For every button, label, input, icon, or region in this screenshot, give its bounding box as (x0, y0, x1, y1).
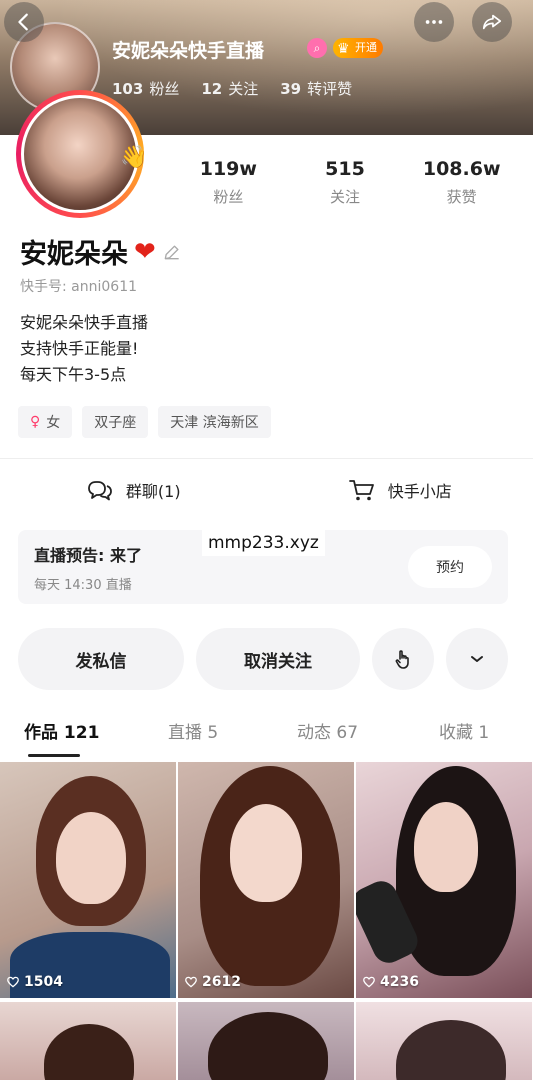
thumbnail-art (56, 812, 126, 904)
tab-moments[interactable]: 动态 67 (297, 718, 358, 743)
gesture-button[interactable] (372, 628, 434, 690)
stat-following-label: 关注 (330, 188, 361, 206)
shop-label: 快手小店 (387, 482, 452, 501)
video-likes: 1504 (6, 974, 63, 990)
stat-likes-label: 获赞 (446, 188, 477, 206)
tab-works[interactable]: 作品 121 (24, 718, 99, 743)
expand-more-button[interactable] (446, 628, 508, 690)
chevron-left-icon (18, 13, 28, 31)
stat-fans-label: 粉丝 (213, 188, 244, 206)
female-icon: ♀ (30, 414, 41, 430)
stat-fans[interactable]: 119w 粉丝 (170, 158, 287, 207)
heart-outline-icon (363, 976, 375, 988)
send-message-button[interactable]: 发私信 (18, 628, 184, 690)
tab-live[interactable]: 直播 5 (168, 718, 218, 743)
live-badge-label: 开通 (355, 41, 377, 54)
thumbnail-art (230, 804, 302, 902)
watermark-text: mmp233.xyz (202, 530, 325, 556)
name-row: 安妮朵朵 ❤ (20, 232, 182, 271)
content-tabs: 作品 121 直播 5 动态 67 收藏 1 (0, 718, 533, 758)
edit-pencil-icon[interactable] (162, 242, 182, 262)
video-thumbnail[interactable] (356, 1002, 532, 1080)
profile-bio: 安妮朵朵快手直播 支持快手正能量! 每天下午3-5点 (20, 310, 148, 388)
reserve-button[interactable]: 预约 (408, 546, 492, 588)
bio-line: 每天下午3-5点 (20, 365, 127, 384)
heart-outline-icon (7, 976, 19, 988)
thumbnail-art (208, 1012, 328, 1080)
video-likes: 2612 (184, 974, 241, 990)
quick-links: 群聊(1) 快手小店 (0, 472, 533, 508)
tag-gender: ♀ 女 (18, 406, 73, 438)
back-button[interactable] (4, 2, 44, 42)
video-thumbnail[interactable]: 2612 (178, 762, 354, 998)
stat-likes[interactable]: 108.6w 获赞 (403, 158, 520, 207)
tag-zodiac: 双子座 (82, 406, 149, 438)
search-badge-icon: ⌕ (307, 38, 327, 58)
profile-actions: 发私信 取消关注 (18, 628, 508, 690)
group-chat-button[interactable]: 群聊(1) (0, 472, 267, 508)
hand-tap-icon (395, 650, 409, 669)
stat-following-value: 515 (325, 158, 365, 180)
share-icon (482, 14, 502, 30)
hand-decoration-icon: 👋 (120, 145, 148, 170)
heart-icon: ❤ (134, 236, 156, 267)
group-chat-label: 群聊(1) (125, 482, 181, 501)
shopping-cart-icon (348, 480, 374, 501)
more-dots-icon (425, 20, 443, 24)
video-thumbnail[interactable] (0, 1002, 176, 1080)
profile-stats: 119w 粉丝 515 关注 108.6w 获赞 (170, 158, 520, 207)
video-thumbnail[interactable]: 4236 (356, 762, 532, 998)
thumbnail-art (44, 1024, 134, 1080)
banner-stat-fans[interactable]: 103 粉丝 (112, 78, 179, 99)
video-likes: 4236 (362, 974, 419, 990)
banner-title: 安妮朵朵快手直播 (112, 40, 265, 62)
video-thumbnail[interactable] (178, 1002, 354, 1080)
live-preview-title: 直播预告: 来了 (34, 546, 142, 565)
video-thumbnail[interactable]: 1504 (0, 762, 176, 998)
bio-line: 安妮朵朵快手直播 (20, 313, 149, 332)
crown-icon: ♛ (337, 41, 350, 57)
kuaishou-id[interactable]: 快手号: anni0611 (20, 276, 137, 296)
tab-favorites[interactable]: 收藏 1 (439, 718, 489, 743)
thumbnail-art (414, 802, 478, 892)
unfollow-button[interactable]: 取消关注 (196, 628, 360, 690)
thumbnail-art (396, 1020, 506, 1080)
banner-stat-interactions[interactable]: 39 转评赞 (280, 78, 352, 99)
live-preview-time: 每天 14:30 直播 (34, 578, 132, 593)
heart-outline-icon (185, 976, 197, 988)
profile-tags: ♀ 女 双子座 天津 滨海新区 (18, 406, 271, 438)
stat-following[interactable]: 515 关注 (287, 158, 404, 207)
divider (0, 458, 533, 459)
tag-location: 天津 滨海新区 (158, 406, 271, 438)
shop-button[interactable]: 快手小店 (267, 472, 533, 508)
banner-stat-following[interactable]: 12 关注 (201, 78, 258, 99)
chat-bubble-icon (88, 481, 112, 501)
share-button[interactable] (472, 2, 512, 42)
active-tab-indicator (28, 754, 80, 757)
chevron-down-icon (471, 656, 483, 662)
bio-line: 支持快手正能量! (20, 339, 139, 358)
banner-stats: 103 粉丝 12 关注 39 转评赞 (112, 78, 352, 99)
stat-fans-value: 119w (199, 158, 257, 180)
more-options-button[interactable] (414, 2, 454, 42)
profile-name: 安妮朵朵 (20, 239, 128, 270)
live-badge[interactable]: ♛ 开通 (333, 38, 383, 58)
stat-likes-value: 108.6w (422, 158, 501, 180)
